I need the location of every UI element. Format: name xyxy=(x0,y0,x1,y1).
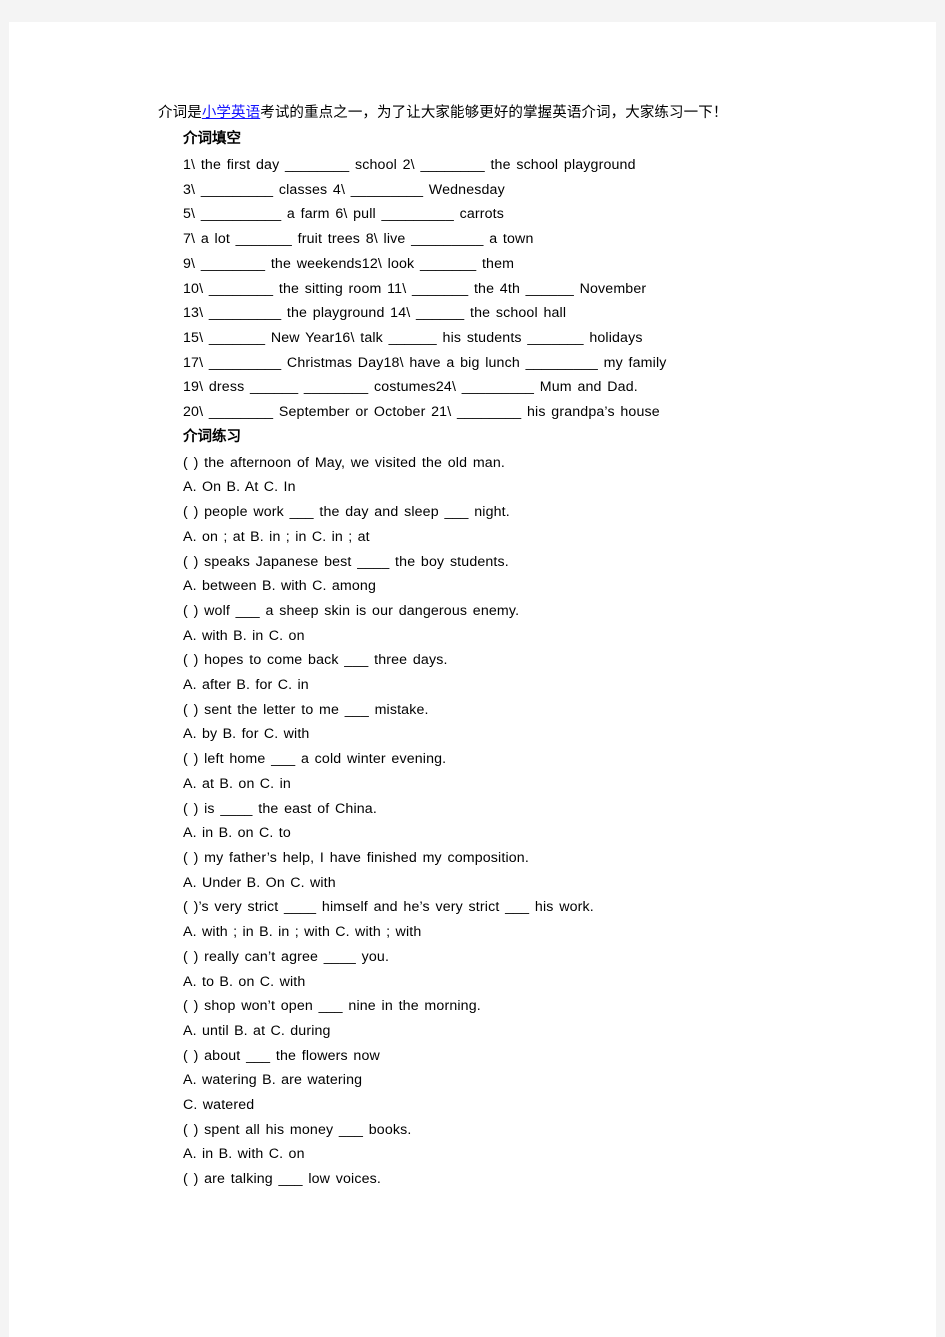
practice-question: ( )’s very strict ____ himself and he’s … xyxy=(183,899,594,916)
intro-text-after: 考试的重点之一，为了让大家能够更好的掌握英语介词，大家练习一下！ xyxy=(260,105,728,121)
fill-line: 10\ ________ the sitting room 11\ ______… xyxy=(183,280,647,297)
practice-question: ( ) spent all his money ___ books. xyxy=(183,1121,412,1138)
section-heading-fill-in-blank: 介词填空 xyxy=(183,131,241,147)
practice-options: A. in B. on C. to xyxy=(183,825,291,842)
practice-options: A. at B. on C. in xyxy=(183,775,291,792)
fill-line: 19\ dress ______ ________ costumes24\ __… xyxy=(183,379,638,396)
fill-line: 5\ __________ a farm 6\ pull _________ c… xyxy=(183,206,504,223)
practice-options: A. Under B. On C. with xyxy=(183,874,336,891)
practice-question: ( ) really can’t agree ____ you. xyxy=(183,948,390,965)
document-page: 介词是小学英语考试的重点之一，为了让大家能够更好的掌握英语介词，大家练习一下！ … xyxy=(9,22,936,1337)
practice-options: C. watered xyxy=(183,1097,255,1114)
primary-school-english-link[interactable]: 小学英语 xyxy=(202,105,260,121)
practice-options: A. after B. for C. in xyxy=(183,677,309,694)
practice-options: A. with B. in C. on xyxy=(183,627,305,644)
fill-line: 20\ ________ September or October 21\ __… xyxy=(183,404,660,421)
practice-question: ( ) sent the letter to me ___ mistake. xyxy=(183,701,429,718)
fill-line: 13\ _________ the playground 14\ ______ … xyxy=(183,305,567,322)
fill-line: 9\ ________ the weekends12\ look _______… xyxy=(183,255,515,272)
intro-text-before: 介词是 xyxy=(158,105,202,121)
practice-question: ( ) hopes to come back ___ three days. xyxy=(183,652,448,669)
practice-options: A. on ; at B. in ; in C. in ; at xyxy=(183,528,370,545)
practice-question: ( ) the afternoon of May, we visited the… xyxy=(183,454,505,471)
fill-line: 3\ _________ classes 4\ _________ Wednes… xyxy=(183,181,505,198)
practice-options: A. watering B. are watering xyxy=(183,1072,363,1089)
practice-options: A. to B. on C. with xyxy=(183,973,306,990)
document-body: 介词是小学英语考试的重点之一，为了让大家能够更好的掌握英语介词，大家练习一下！ … xyxy=(150,100,850,1192)
practice-question: ( ) about ___ the flowers now xyxy=(183,1047,380,1064)
intro-paragraph: 介词是小学英语考试的重点之一，为了让大家能够更好的掌握英语介词，大家练习一下！ xyxy=(158,100,850,126)
practice-options: A. by B. for C. with xyxy=(183,726,310,743)
practice-question: ( ) people work ___ the day and sleep __… xyxy=(183,504,510,521)
practice-options: A. in B. with C. on xyxy=(183,1146,305,1163)
practice-question: ( ) speaks Japanese best ____ the boy st… xyxy=(183,553,509,570)
practice-question: ( ) my father’s help, I have finished my… xyxy=(183,849,529,866)
fill-line: 1\ the first day ________ school 2\ ____… xyxy=(183,157,636,173)
fill-in-blank-section: 介词填空 1\ the first day ________ school 2\… xyxy=(183,127,850,1192)
fill-line: 15\ _______ New Year16\ talk ______ his … xyxy=(183,329,643,346)
practice-question: ( ) are talking ___ low voices. xyxy=(183,1171,381,1188)
fill-line: 17\ _________ Christmas Day18\ have a bi… xyxy=(183,354,667,371)
practice-options: A. until B. at C. during xyxy=(183,1022,331,1039)
practice-options: A. with ; in B. in ; with C. with ; with xyxy=(183,924,422,941)
practice-question: ( ) is ____ the east of China. xyxy=(183,800,377,817)
practice-question: ( ) wolf ___ a sheep skin is our dangero… xyxy=(183,602,520,619)
practice-question: ( ) shop won’t open ___ nine in the morn… xyxy=(183,998,481,1015)
practice-options: A. On B. At C. In xyxy=(183,479,296,496)
section-heading-practice: 介词练习 xyxy=(183,428,241,445)
fill-line: 7\ a lot _______ fruit trees 8\ live ___… xyxy=(183,231,534,248)
practice-question: ( ) left home ___ a cold winter evening. xyxy=(183,751,447,768)
practice-options: A. between B. with C. among xyxy=(183,578,377,595)
